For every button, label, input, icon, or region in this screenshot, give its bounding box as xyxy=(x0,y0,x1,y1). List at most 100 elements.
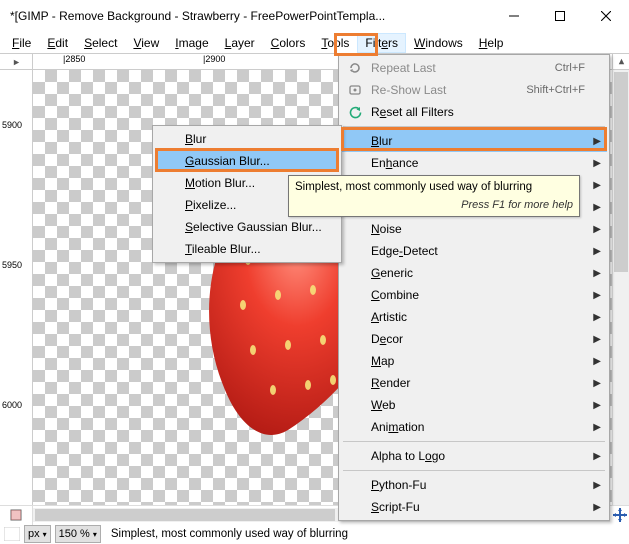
filters-item-python-fu[interactable]: Python-Fu▶ xyxy=(341,474,607,496)
submenu-arrow-icon: ▶ xyxy=(593,224,601,235)
submenu-arrow-icon: ▶ xyxy=(593,136,601,147)
blur-item-blur[interactable]: Blur xyxy=(155,128,339,150)
status-message: Simplest, most commonly used way of blur… xyxy=(111,528,348,540)
menu-separator xyxy=(343,126,605,127)
menu-item-label: Render xyxy=(371,376,410,390)
menu-edit[interactable]: Edit xyxy=(39,33,76,53)
menu-item-label: Selective Gaussian Blur... xyxy=(185,220,322,234)
blur-item-tileable-blur-[interactable]: Tileable Blur... xyxy=(155,238,339,260)
menu-item-label: Reset all Filters xyxy=(371,105,454,119)
menu-item-label: Tileable Blur... xyxy=(185,242,261,256)
submenu-arrow-icon: ▶ xyxy=(593,246,601,257)
blur-item-selective-gaussian-blur-[interactable]: Selective Gaussian Blur... xyxy=(155,216,339,238)
close-button[interactable] xyxy=(583,0,629,32)
zoom-selector[interactable]: 150 %▾ xyxy=(55,525,101,543)
menu-item-label: Artistic xyxy=(371,310,407,324)
vruler-tick: 5900 xyxy=(2,120,22,130)
menu-item-label: Web xyxy=(371,398,395,412)
menu-item-label: Generic xyxy=(371,266,413,280)
window-title: *[GIMP - Remove Background - Strawberry … xyxy=(10,9,491,23)
menu-view[interactable]: View xyxy=(125,33,167,53)
pointer-coord-icon xyxy=(4,527,20,541)
menu-item-label: Noise xyxy=(371,222,402,236)
menu-item-label: Blur xyxy=(185,132,206,146)
submenu-arrow-icon: ▶ xyxy=(593,502,601,513)
menu-item-label: Decor xyxy=(371,332,403,346)
filters-item-blur[interactable]: Blur ▶ xyxy=(341,130,607,152)
hruler-tick: |2850 xyxy=(63,54,85,64)
menu-file[interactable]: File xyxy=(4,33,39,53)
menu-layer[interactable]: Layer xyxy=(217,33,263,53)
submenu-arrow-icon: ▶ xyxy=(593,356,601,367)
menu-colors[interactable]: Colors xyxy=(263,33,314,53)
repeat-icon xyxy=(347,60,363,76)
filters-item-decor[interactable]: Decor▶ xyxy=(341,328,607,350)
filters-item-artistic[interactable]: Artistic ▶ xyxy=(341,306,607,328)
menu-item-label: Map xyxy=(371,354,394,368)
menu-help[interactable]: Help xyxy=(471,33,512,53)
vertical-ruler: 590059506000 xyxy=(0,70,33,505)
minimize-button[interactable] xyxy=(491,0,537,32)
filters-item-map[interactable]: Map ▶ xyxy=(341,350,607,372)
hruler-tick: |2900 xyxy=(203,54,225,64)
main-menubar: FileEditSelectViewImageLayerColorsToolsF… xyxy=(0,32,629,53)
menu-separator xyxy=(343,441,605,442)
filters-item-re-show-last: Re-Show Last Shift+Ctrl+F xyxy=(341,79,607,101)
submenu-arrow-icon: ▶ xyxy=(593,422,601,433)
filters-item-animation[interactable]: Animation ▶ xyxy=(341,416,607,438)
window-controls xyxy=(491,0,629,32)
menu-item-label: Motion Blur... xyxy=(185,176,255,190)
menu-shortcut: Shift+Ctrl+F xyxy=(526,84,585,96)
quick-mask-icon[interactable] xyxy=(0,506,33,525)
menu-windows[interactable]: Windows xyxy=(406,33,471,53)
submenu-arrow-icon: ▶ xyxy=(593,158,601,169)
filters-item-web[interactable]: Web ▶ xyxy=(341,394,607,416)
submenu-arrow-icon: ▶ xyxy=(593,268,601,279)
menu-separator xyxy=(343,470,605,471)
filters-item-script-fu[interactable]: Script-Fu▶ xyxy=(341,496,607,518)
menu-item-label: Animation xyxy=(371,420,424,434)
blur-item-gaussian-blur-[interactable]: Gaussian Blur... xyxy=(155,150,339,172)
submenu-arrow-icon: ▶ xyxy=(593,378,601,389)
maximize-button[interactable] xyxy=(537,0,583,32)
submenu-arrow-icon: ▶ xyxy=(593,202,601,213)
filters-menu[interactable]: Repeat LastCtrl+F Re-Show Last Shift+Ctrl+… xyxy=(338,54,610,521)
menu-item-label: Edge-Detect xyxy=(371,244,438,258)
tooltip-help: Press F1 for more help xyxy=(295,198,573,213)
hscroll-thumb[interactable] xyxy=(35,509,335,521)
filters-item-alpha-to-logo[interactable]: Alpha to Logo▶ xyxy=(341,445,607,467)
window-titlebar: *[GIMP - Remove Background - Strawberry … xyxy=(0,0,629,32)
submenu-arrow-icon: ▶ xyxy=(593,451,601,462)
filters-item-generic[interactable]: Generic ▶ xyxy=(341,262,607,284)
vruler-tick: 5950 xyxy=(2,260,22,270)
origin-toggle[interactable] xyxy=(0,54,33,71)
reset-icon xyxy=(347,104,363,120)
menu-item-label: Python-Fu xyxy=(371,478,426,492)
filters-item-noise[interactable]: Noise ▶ xyxy=(341,218,607,240)
submenu-arrow-icon: ▶ xyxy=(593,290,601,301)
vscroll-thumb[interactable] xyxy=(614,72,628,272)
menu-item-label: Gaussian Blur... xyxy=(185,154,270,168)
menu-item-label: Blur xyxy=(371,134,392,148)
filters-item-render[interactable]: Render ▶ xyxy=(341,372,607,394)
menu-item-label: Enhance xyxy=(371,156,418,170)
submenu-arrow-icon: ▶ xyxy=(593,312,601,323)
filters-item-enhance[interactable]: Enhance ▶ xyxy=(341,152,607,174)
unit-selector[interactable]: px▾ xyxy=(24,525,51,543)
vertical-scrollbar[interactable] xyxy=(612,70,629,505)
filters-item-edge-detect[interactable]: Edge-Detect ▶ xyxy=(341,240,607,262)
submenu-arrow-icon: ▶ xyxy=(593,400,601,411)
menu-filters[interactable]: Filters xyxy=(357,33,406,53)
status-bar: px▾ 150 %▾ Simplest, most commonly used … xyxy=(0,524,629,544)
filters-item-reset-all-filters[interactable]: Reset all Filters xyxy=(341,101,607,123)
menu-tools[interactable]: Tools xyxy=(313,33,357,53)
menu-item-label: Combine xyxy=(371,288,419,302)
menu-item-label: Re-Show Last xyxy=(371,83,446,97)
menu-image[interactable]: Image xyxy=(167,33,216,53)
quick-mask-toggle[interactable] xyxy=(612,54,629,69)
tooltip: Simplest, most commonly used way of blur… xyxy=(288,175,580,217)
menu-select[interactable]: Select xyxy=(76,33,125,53)
filters-item-combine[interactable]: Combine ▶ xyxy=(341,284,607,306)
navigation-preview-icon[interactable] xyxy=(610,506,629,525)
filters-item-repeat-last: Repeat LastCtrl+F xyxy=(341,57,607,79)
